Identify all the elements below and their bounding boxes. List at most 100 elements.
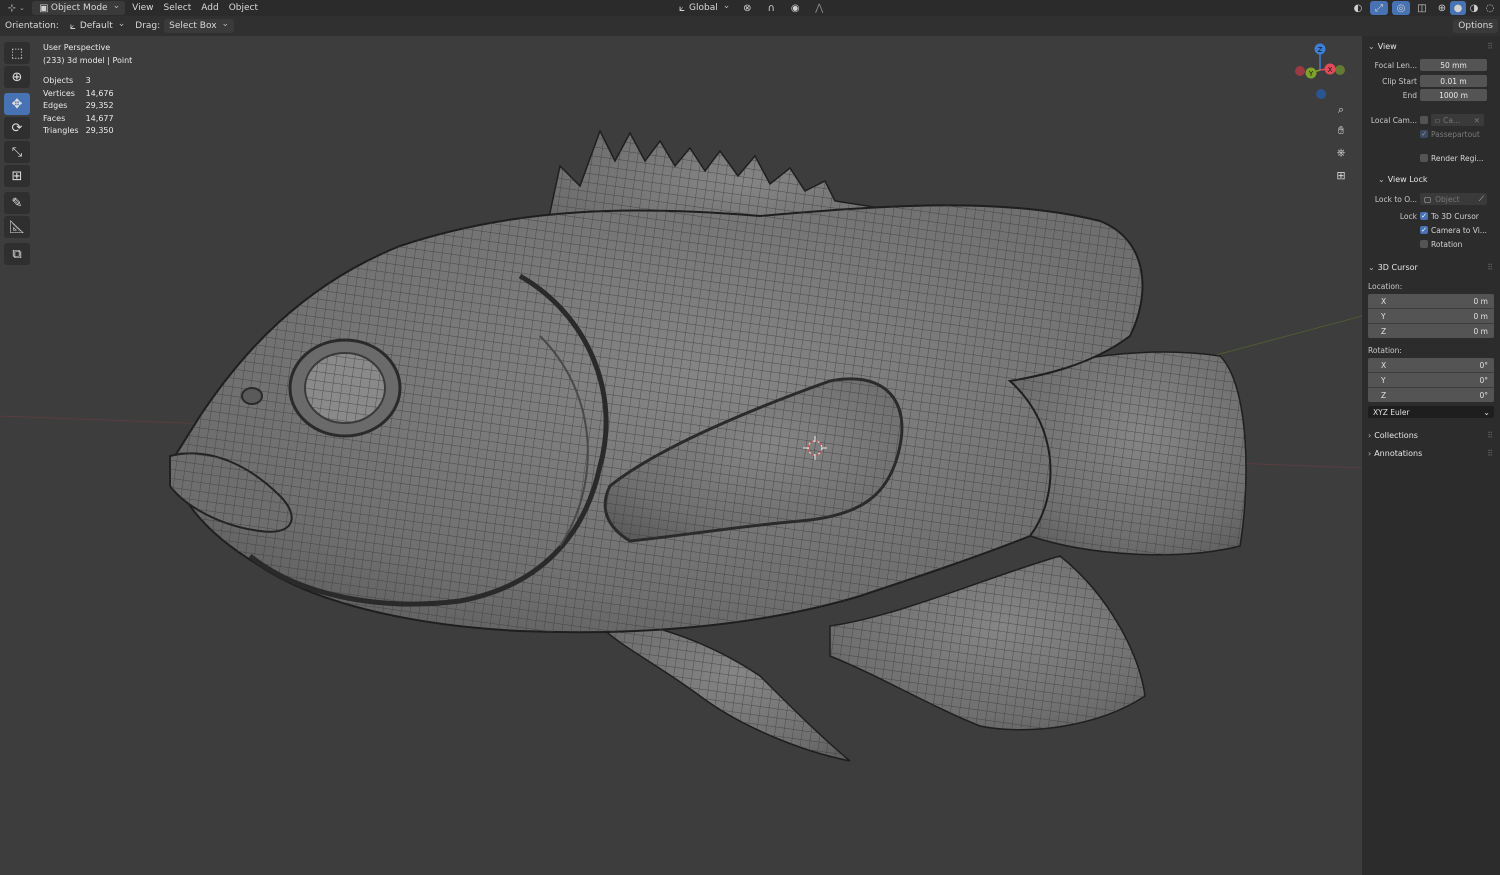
viewport-header: ⊹⌄ ▣Object Mode View Select Add Object ⟀…	[0, 0, 1500, 16]
local-camera-field[interactable]: ▫ Ca... ✕	[1431, 114, 1484, 126]
annotations-panel-header[interactable]: › Annotations ⠿	[1362, 445, 1500, 461]
view-panel-header[interactable]: ⌄ View ⠿	[1362, 38, 1500, 54]
render-region-checkbox[interactable]	[1420, 154, 1428, 162]
transform-orientation-selector[interactable]: ⟀ Global	[670, 1, 735, 15]
transform-tool[interactable]: ⊞	[4, 165, 30, 187]
gizmo-neg-x[interactable]	[1295, 66, 1305, 76]
ortho-toggle-button[interactable]: ⊞	[1332, 166, 1350, 184]
chevron-down-icon: ⌄	[19, 4, 25, 12]
cursor-location-x[interactable]: X 0 m	[1368, 294, 1494, 309]
rotate-icon: ⟳	[11, 120, 23, 136]
menu-view[interactable]: View	[127, 1, 158, 15]
axis-label: Y	[1381, 311, 1386, 321]
3d-cursor-panel-header[interactable]: ⌄ 3D Cursor ⠿	[1362, 259, 1500, 275]
shading-solid-button[interactable]: ●	[1450, 1, 1466, 15]
focal-length-field[interactable]: 50 mm	[1420, 59, 1487, 71]
chevron-down-icon: ⌄	[1483, 407, 1490, 417]
cursor-rotation-z[interactable]: Z 0°	[1368, 388, 1494, 402]
lock-rotation-checkbox[interactable]	[1420, 240, 1428, 248]
options-button[interactable]: Options	[1453, 19, 1498, 33]
orientation-value: Default	[79, 21, 113, 31]
axis-value: 0°	[1479, 390, 1488, 400]
clip-start-field[interactable]: 0.01 m	[1420, 75, 1487, 87]
shading-wireframe-button[interactable]: ⊕	[1434, 1, 1450, 15]
gizmo-neg-y[interactable]	[1335, 65, 1345, 75]
menu-add[interactable]: Add	[196, 1, 223, 15]
proportional-edit-button[interactable]: ◉	[783, 1, 807, 15]
cursor-location-z[interactable]: Z 0 m	[1368, 324, 1494, 338]
overlay-toggle-button[interactable]: ◎	[1392, 1, 1410, 15]
viewport-editor-icon: ⊹	[7, 2, 17, 14]
stat-row: Objects 3	[43, 75, 121, 88]
fish-mesh[interactable]	[169, 129, 1247, 762]
passepartout-checkbox[interactable]: ✓	[1420, 130, 1428, 138]
select-cursor-icon: ⬚	[10, 45, 24, 61]
annotate-tool[interactable]: ✎	[4, 192, 30, 214]
object-info: (233) 3d model | Point	[43, 55, 133, 65]
chevron-right-icon: ›	[1368, 430, 1372, 440]
cursor-tool[interactable]: ⊕	[4, 66, 30, 88]
3d-viewport[interactable]	[0, 36, 1362, 875]
cursor-location-y[interactable]: Y 0 m	[1368, 309, 1494, 324]
lock-to-cursor-checkbox[interactable]: ✓	[1420, 212, 1428, 220]
axis-value: 0 m	[1473, 296, 1488, 306]
axis-label: X	[1381, 296, 1387, 306]
stat-label: Faces	[43, 113, 66, 123]
falloff-button[interactable]: ⋀	[807, 1, 831, 15]
xray-toggle-button[interactable]: ◫	[1410, 1, 1434, 15]
eyedropper-icon[interactable]: ⟋	[1479, 194, 1484, 204]
orientation-selector[interactable]: ⟀ Default	[61, 19, 130, 33]
chevron-down-icon: ⌄	[1368, 41, 1375, 51]
drag-selector[interactable]: Select Box	[164, 19, 235, 33]
gizmo-neg-z[interactable]	[1316, 89, 1326, 99]
snap-button[interactable]: ∩	[759, 1, 783, 15]
object-icon: ▢	[1424, 194, 1432, 204]
orientation-icon: ⟀	[679, 2, 685, 14]
overlays-icon: ◎	[1396, 2, 1406, 14]
local-camera-checkbox[interactable]	[1420, 116, 1428, 124]
menu-select[interactable]: Select	[158, 1, 196, 15]
zoom-button[interactable]: ⌕	[1332, 101, 1350, 119]
measure-tool[interactable]: 📐︎	[4, 216, 30, 238]
stat-row: Triangles 29,350	[43, 125, 121, 138]
pan-button[interactable]: ✋︎	[1332, 122, 1350, 140]
rotation-mode-select[interactable]: XYZ Euler ⌄	[1368, 406, 1494, 418]
move-tool[interactable]: ✥	[4, 93, 30, 115]
camera-view-button[interactable]: ⎈	[1332, 144, 1350, 162]
shading-material-button[interactable]: ◑	[1466, 1, 1482, 15]
lock-cursor-row: Lock ✓ To 3D Cursor	[1362, 209, 1500, 223]
solid-sphere-icon: ●	[1453, 2, 1463, 14]
navigation-gizmo[interactable]: Z X Y	[1290, 40, 1350, 102]
drag-grip-icon: ⠿	[1487, 430, 1493, 440]
pivot-point-button[interactable]: ⊗	[735, 1, 759, 15]
lock-to-cursor-label: To 3D Cursor	[1431, 211, 1479, 221]
location-label: Location:	[1368, 282, 1403, 291]
visibility-button[interactable]: ◐	[1346, 1, 1370, 15]
view-lock-header[interactable]: ⌄ View Lock	[1362, 171, 1500, 187]
gizmo-z-label: Z	[1318, 46, 1323, 54]
gizmo-toggle-button[interactable]: ⤢	[1370, 1, 1388, 15]
rotate-tool[interactable]: ⟳	[4, 117, 30, 139]
axis-value: 0 m	[1473, 326, 1488, 336]
editor-type-button[interactable]: ⊹ ⌄	[0, 1, 30, 15]
transform-orientation-label: Global	[689, 3, 718, 13]
stat-row: Edges 29,352	[43, 100, 121, 113]
stat-value: 29,352	[85, 101, 114, 110]
shading-rendered-button[interactable]: ◌	[1482, 1, 1498, 15]
scale-tool[interactable]: ⤡	[4, 141, 30, 163]
drag-grip-icon: ⠿	[1487, 41, 1493, 51]
collections-panel-header[interactable]: › Collections ⠿	[1362, 427, 1500, 443]
select-box-tool[interactable]: ⬚	[4, 42, 30, 64]
lock-object-field[interactable]: ▢ Object ⟋	[1420, 193, 1487, 205]
menu-object[interactable]: Object	[224, 1, 263, 15]
add-cube-tool[interactable]: ⧉	[4, 243, 30, 265]
scene-statistics: Objects 3 Vertices 14,676 Edges 29,352 Face…	[43, 75, 121, 138]
camera-to-view-checkbox[interactable]: ✓	[1420, 226, 1428, 234]
clip-end-field[interactable]: 1000 m	[1420, 89, 1487, 101]
stat-value: 14,677	[85, 113, 114, 123]
cursor-rotation-x[interactable]: X 0°	[1368, 358, 1494, 373]
tool-shelf: ⬚ ⊕ ✥ ⟳ ⤡ ⊞ ✎ 📐︎ ⧉	[4, 42, 30, 267]
material-sphere-icon: ◑	[1469, 2, 1479, 14]
cursor-rotation-y[interactable]: Y 0°	[1368, 373, 1494, 388]
mode-selector[interactable]: ▣ Object Mode	[31, 1, 126, 15]
